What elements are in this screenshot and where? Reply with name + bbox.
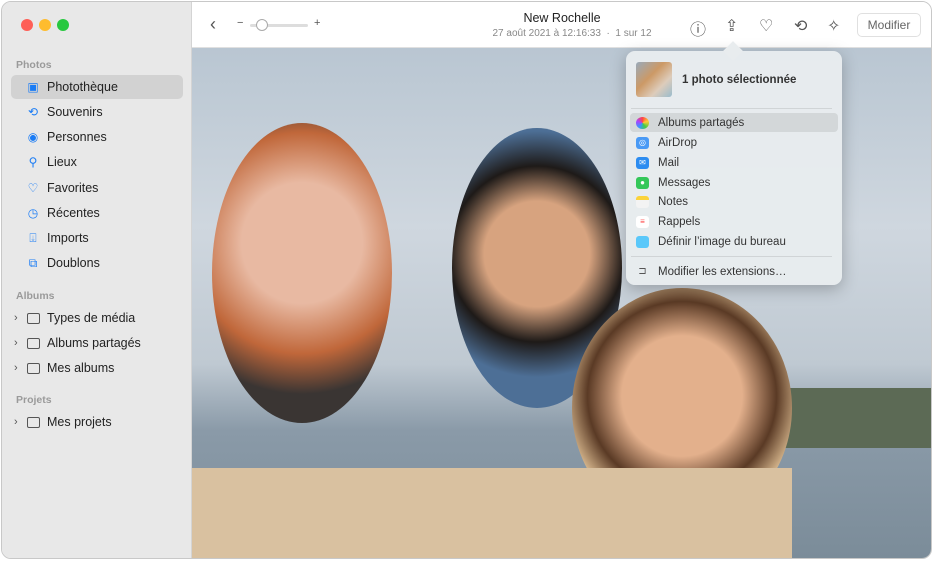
notes-icon <box>636 196 649 208</box>
share-reminders[interactable]: ≡ Rappels <box>630 212 838 231</box>
window-controls <box>21 19 69 31</box>
section-projects: Projets <box>16 394 52 406</box>
edit-extensions[interactable]: ⊐ Modifier les extensions… <box>630 262 838 281</box>
minimize-button[interactable] <box>39 19 51 31</box>
label: Définir l’image du bureau <box>658 236 786 248</box>
folder-icon <box>27 338 40 349</box>
toolbar: ‹ − + New Rochelle 27 août 2021 à 12:16:… <box>192 2 931 48</box>
label: Messages <box>658 177 710 189</box>
share-mail[interactable]: ✉ Mail <box>630 153 838 172</box>
sidebar-item-imports[interactable]: ⍗ Imports <box>11 226 183 250</box>
airdrop-icon: ◎ <box>636 137 649 149</box>
label: Albums partagés <box>47 336 141 350</box>
chevron-right-icon[interactable]: › <box>14 416 18 428</box>
slider-thumb[interactable] <box>256 19 268 31</box>
label: Photothèque <box>47 80 118 94</box>
person-icon: ◉ <box>26 130 40 144</box>
sidebar-item-memories[interactable]: ⟲ Souvenirs <box>11 100 183 124</box>
photo-subject <box>212 123 392 423</box>
sidebar-item-duplicates[interactable]: ⧉ Doublons <box>11 251 183 275</box>
sidebar-item-recents[interactable]: ◷ Récentes <box>11 201 183 225</box>
sidebar-item-places[interactable]: ⚲ Lieux <box>11 150 183 174</box>
label: Mail <box>658 157 679 169</box>
chevron-right-icon[interactable]: › <box>14 362 18 374</box>
sidebar-item-people[interactable]: ◉ Personnes <box>11 125 183 149</box>
extensions-icon: ⊐ <box>636 266 649 278</box>
sidebar-item-favorites[interactable]: ♡ Favorites <box>11 176 183 200</box>
folder-icon <box>27 417 40 428</box>
label: Albums partagés <box>658 117 744 129</box>
sidebar-item-media-types[interactable]: › Types de média <box>11 306 183 330</box>
chevron-right-icon[interactable]: › <box>14 337 18 349</box>
share-messages[interactable]: ● Messages <box>630 173 838 192</box>
share-shared-albums[interactable]: Albums partagés <box>630 113 838 132</box>
label: Favorites <box>47 181 98 195</box>
share-header: 1 photo sélectionnée <box>636 62 796 97</box>
mail-icon: ✉ <box>636 157 649 169</box>
zoom-button[interactable] <box>57 19 69 31</box>
label: Souvenirs <box>47 105 103 119</box>
sidebar: Photos ▣ Photothèque ⟲ Souvenirs ◉ Personne… <box>2 2 192 558</box>
label: Doublons <box>47 256 100 270</box>
sidebar-item-library[interactable]: ▣ Photothèque <box>11 75 183 99</box>
share-menu: 1 photo sélectionnée Albums partagés ◎ Ai… <box>626 51 842 285</box>
photo-title: New Rochelle <box>482 11 642 25</box>
photos-window: Photos ▣ Photothèque ⟲ Souvenirs ◉ Personne… <box>1 1 932 559</box>
photo-count: 1 sur 12 <box>615 28 651 39</box>
photo-thumbnail <box>636 62 672 97</box>
sidebar-item-my-projects[interactable]: › Mes projets <box>11 410 183 434</box>
import-icon: ⍗ <box>26 231 40 245</box>
folder-icon <box>27 313 40 324</box>
messages-icon: ● <box>636 177 649 189</box>
zoom-slider[interactable] <box>250 24 308 27</box>
share-airdrop[interactable]: ◎ AirDrop <box>630 133 838 152</box>
photo-subtitle: 27 août 2021 à 12:16:33 · 1 sur 12 <box>462 28 682 39</box>
photo-date: 27 août 2021 à 12:16:33 <box>492 28 600 39</box>
rotate-icon[interactable]: ⟲ <box>794 16 807 36</box>
heart-icon[interactable]: ♡ <box>759 16 773 36</box>
folder-icon <box>636 236 649 248</box>
label: Modifier les extensions… <box>658 266 786 278</box>
label: Mes albums <box>47 361 114 375</box>
reminders-icon: ≡ <box>636 216 649 228</box>
label: Mes projets <box>47 415 112 429</box>
photo-library-icon: ▣ <box>26 80 40 94</box>
pin-icon: ⚲ <box>26 155 40 169</box>
share-set-desktop[interactable]: Définir l’image du bureau <box>630 232 838 251</box>
label: AirDrop <box>658 137 697 149</box>
share-notes[interactable]: Notes <box>630 192 838 211</box>
zoom-in[interactable]: + <box>314 17 320 29</box>
zoom-out[interactable]: − <box>237 17 243 29</box>
back-icon[interactable]: ‹ <box>210 14 216 35</box>
share-icon[interactable]: ⇪ <box>725 16 738 36</box>
sidebar-item-shared-albums[interactable]: › Albums partagés <box>11 331 183 355</box>
divider <box>631 256 832 257</box>
info-icon[interactable]: ⓘ <box>690 16 706 40</box>
duplicates-icon: ⧉ <box>26 256 40 270</box>
memories-icon: ⟲ <box>26 105 40 119</box>
photo-clothing <box>192 468 792 558</box>
label: Lieux <box>47 155 77 169</box>
edit-button[interactable]: Modifier <box>857 13 921 37</box>
selection-count: 1 photo sélectionnée <box>682 74 796 86</box>
folder-icon <box>27 363 40 374</box>
section-albums: Albums <box>16 290 55 302</box>
label: Rappels <box>658 216 700 228</box>
close-button[interactable] <box>21 19 33 31</box>
photos-app-icon <box>636 117 649 129</box>
heart-icon: ♡ <box>26 181 40 195</box>
label: Notes <box>658 196 688 208</box>
clock-icon: ◷ <box>26 206 40 220</box>
section-photos: Photos <box>16 59 52 71</box>
chevron-right-icon[interactable]: › <box>14 312 18 324</box>
divider <box>631 108 832 109</box>
label: Types de média <box>47 311 135 325</box>
sidebar-item-my-albums[interactable]: › Mes albums <box>11 356 183 380</box>
label: Imports <box>47 231 89 245</box>
magic-wand-icon[interactable]: ✧ <box>827 16 840 36</box>
label: Personnes <box>47 130 107 144</box>
label: Récentes <box>47 206 100 220</box>
